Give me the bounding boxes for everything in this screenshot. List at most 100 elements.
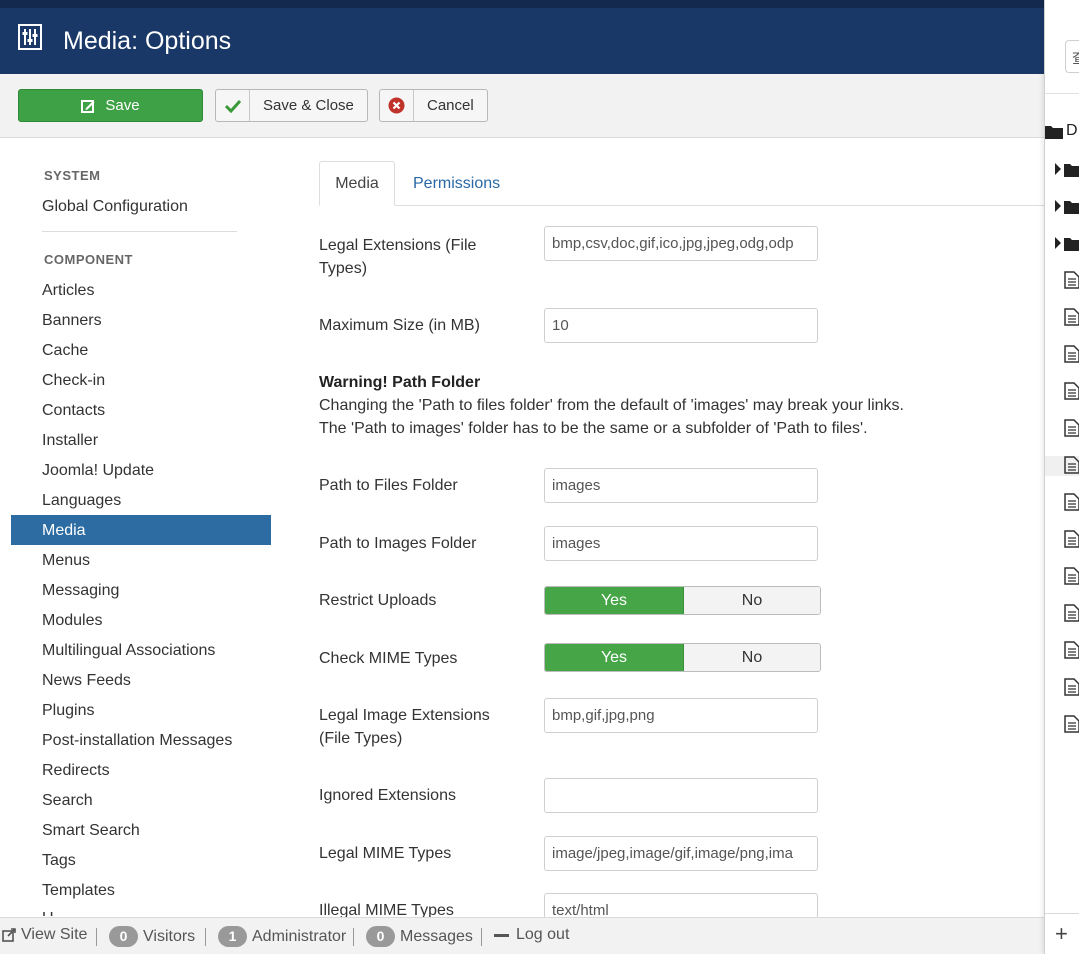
file-icon bbox=[1064, 567, 1079, 585]
check-mime-yes[interactable]: Yes bbox=[545, 644, 684, 671]
sidebar-divider bbox=[42, 231, 237, 232]
folder-icon bbox=[1064, 201, 1079, 214]
check-mime-toggle: Yes No bbox=[544, 643, 821, 672]
tab-media[interactable]: Media bbox=[319, 161, 395, 206]
sidebar-item-search[interactable]: Search bbox=[42, 792, 93, 810]
tree-file[interactable] bbox=[1045, 678, 1079, 698]
legal-extensions-label-line2: Types) bbox=[319, 260, 368, 277]
messages-count-badge: 0 bbox=[366, 926, 395, 947]
status-separator bbox=[96, 928, 97, 946]
sidebar-item-plugins[interactable]: Plugins bbox=[42, 702, 94, 720]
sidebar-item-global-configuration[interactable]: Global Configuration bbox=[42, 198, 188, 216]
sidebar-item-redirects[interactable]: Redirects bbox=[42, 762, 110, 780]
tree-folder[interactable] bbox=[1045, 160, 1079, 180]
tab-bar: Media Permissions bbox=[319, 161, 1045, 206]
file-icon bbox=[1064, 678, 1079, 696]
administrator-indicator: 1 Administrator bbox=[218, 926, 346, 947]
image-extensions-label-line2: (File Types) bbox=[319, 730, 403, 747]
view-site-label: View Site bbox=[21, 926, 88, 943]
panel-search-input[interactable]: 查 bbox=[1065, 40, 1079, 73]
file-icon bbox=[1064, 604, 1079, 622]
tree-file[interactable] bbox=[1045, 604, 1079, 624]
folder-icon bbox=[1045, 126, 1063, 139]
panel-divider bbox=[1045, 93, 1079, 94]
legal-extensions-input[interactable]: bmp,csv,doc,gif,ico,jpg,jpeg,odg,odp bbox=[544, 226, 818, 261]
folder-icon bbox=[1064, 238, 1079, 251]
legal-mime-input[interactable]: image/jpeg,image/gif,image/png,ima bbox=[544, 836, 818, 871]
max-size-input[interactable]: 10 bbox=[544, 308, 818, 343]
sidebar-item-news-feeds[interactable]: News Feeds bbox=[42, 672, 131, 690]
messages-indicator[interactable]: 0 Messages bbox=[366, 926, 473, 947]
sidebar-item-smart-search[interactable]: Smart Search bbox=[42, 822, 140, 840]
cancel-button[interactable]: Cancel bbox=[379, 89, 488, 122]
sidebar-item-menus[interactable]: Menus bbox=[42, 552, 90, 570]
status-separator bbox=[353, 928, 354, 946]
sidebar-item-templates[interactable]: Templates bbox=[42, 882, 115, 900]
header-bar: Media: Options bbox=[0, 0, 1045, 74]
tree-root-folder[interactable]: D bbox=[1045, 122, 1079, 142]
sidebar-item-users[interactable]: U bbox=[42, 910, 54, 916]
warning-title: Warning! Path Folder bbox=[319, 374, 481, 391]
restrict-uploads-yes[interactable]: Yes bbox=[545, 587, 684, 614]
tree-file[interactable] bbox=[1045, 715, 1079, 735]
sidebar-item-tags[interactable]: Tags bbox=[42, 852, 76, 870]
tree-file[interactable] bbox=[1045, 641, 1079, 661]
image-extensions-label-line1: Legal Image Extensions bbox=[319, 707, 490, 724]
image-extensions-input[interactable]: bmp,gif,jpg,png bbox=[544, 698, 818, 733]
tree-folder[interactable] bbox=[1045, 197, 1079, 217]
sidebar: SYSTEM Global Configuration COMPONENT Ar… bbox=[0, 138, 300, 916]
sidebar-item-languages[interactable]: Languages bbox=[42, 492, 121, 510]
tree-file[interactable] bbox=[1045, 530, 1079, 550]
save-close-button[interactable]: Save & Close bbox=[215, 89, 368, 122]
legal-mime-label: Legal MIME Types bbox=[319, 845, 452, 862]
sidebar-item-installer[interactable]: Installer bbox=[42, 432, 98, 450]
restrict-uploads-label: Restrict Uploads bbox=[319, 592, 437, 609]
logout-link[interactable]: Log out bbox=[494, 926, 569, 944]
sidebar-item-cache[interactable]: Cache bbox=[42, 342, 88, 360]
sidebar-item-media[interactable]: Media bbox=[42, 522, 86, 540]
ignored-extensions-input[interactable] bbox=[544, 778, 818, 813]
sidebar-item-contacts[interactable]: Contacts bbox=[42, 402, 105, 420]
images-folder-input[interactable]: images bbox=[544, 526, 818, 561]
tree-file[interactable] bbox=[1045, 308, 1079, 328]
tree-folder[interactable] bbox=[1045, 234, 1079, 254]
files-folder-input[interactable]: images bbox=[544, 468, 818, 503]
cancel-circle-icon bbox=[380, 90, 414, 121]
sidebar-item-articles[interactable]: Articles bbox=[42, 282, 94, 300]
add-icon[interactable]: + bbox=[1055, 921, 1068, 947]
toolbar: Save Save & Close Cancel bbox=[0, 74, 1045, 138]
status-separator bbox=[205, 928, 206, 946]
visitors-indicator: 0 Visitors bbox=[109, 926, 195, 947]
logout-label: Log out bbox=[516, 926, 570, 943]
sidebar-item-banners[interactable]: Banners bbox=[42, 312, 102, 330]
file-icon bbox=[1064, 456, 1079, 474]
restrict-uploads-no[interactable]: No bbox=[684, 587, 820, 614]
sidebar-item-check-in[interactable]: Check-in bbox=[42, 372, 105, 390]
tree-root-label: D bbox=[1066, 122, 1078, 139]
caret-right-icon bbox=[1055, 237, 1061, 249]
tree-file[interactable] bbox=[1045, 345, 1079, 365]
external-link-icon bbox=[2, 928, 16, 942]
tree-file[interactable] bbox=[1045, 271, 1079, 291]
save-close-label: Save & Close bbox=[263, 97, 354, 114]
save-button[interactable]: Save bbox=[18, 89, 203, 122]
check-icon bbox=[216, 90, 250, 121]
tree-file-selected[interactable] bbox=[1045, 456, 1079, 476]
minus-icon bbox=[494, 933, 509, 937]
sidebar-item-messaging[interactable]: Messaging bbox=[42, 582, 119, 600]
tree-file[interactable] bbox=[1045, 419, 1079, 439]
tree-file[interactable] bbox=[1045, 567, 1079, 587]
check-mime-no[interactable]: No bbox=[684, 644, 820, 671]
tab-permissions[interactable]: Permissions bbox=[413, 161, 500, 206]
sidebar-item-joomla-update[interactable]: Joomla! Update bbox=[42, 462, 154, 480]
view-site-link[interactable]: View Site bbox=[2, 926, 87, 944]
max-size-label: Maximum Size (in MB) bbox=[319, 317, 480, 334]
sidebar-item-post-installation-messages[interactable]: Post-installation Messages bbox=[42, 732, 232, 750]
right-file-panel: 查 D + bbox=[1044, 0, 1079, 954]
cancel-label: Cancel bbox=[427, 97, 474, 114]
visitors-count-badge: 0 bbox=[109, 926, 138, 947]
sidebar-item-modules[interactable]: Modules bbox=[42, 612, 102, 630]
tree-file[interactable] bbox=[1045, 493, 1079, 513]
tree-file[interactable] bbox=[1045, 382, 1079, 402]
sidebar-item-multilingual-associations[interactable]: Multilingual Associations bbox=[42, 642, 215, 660]
